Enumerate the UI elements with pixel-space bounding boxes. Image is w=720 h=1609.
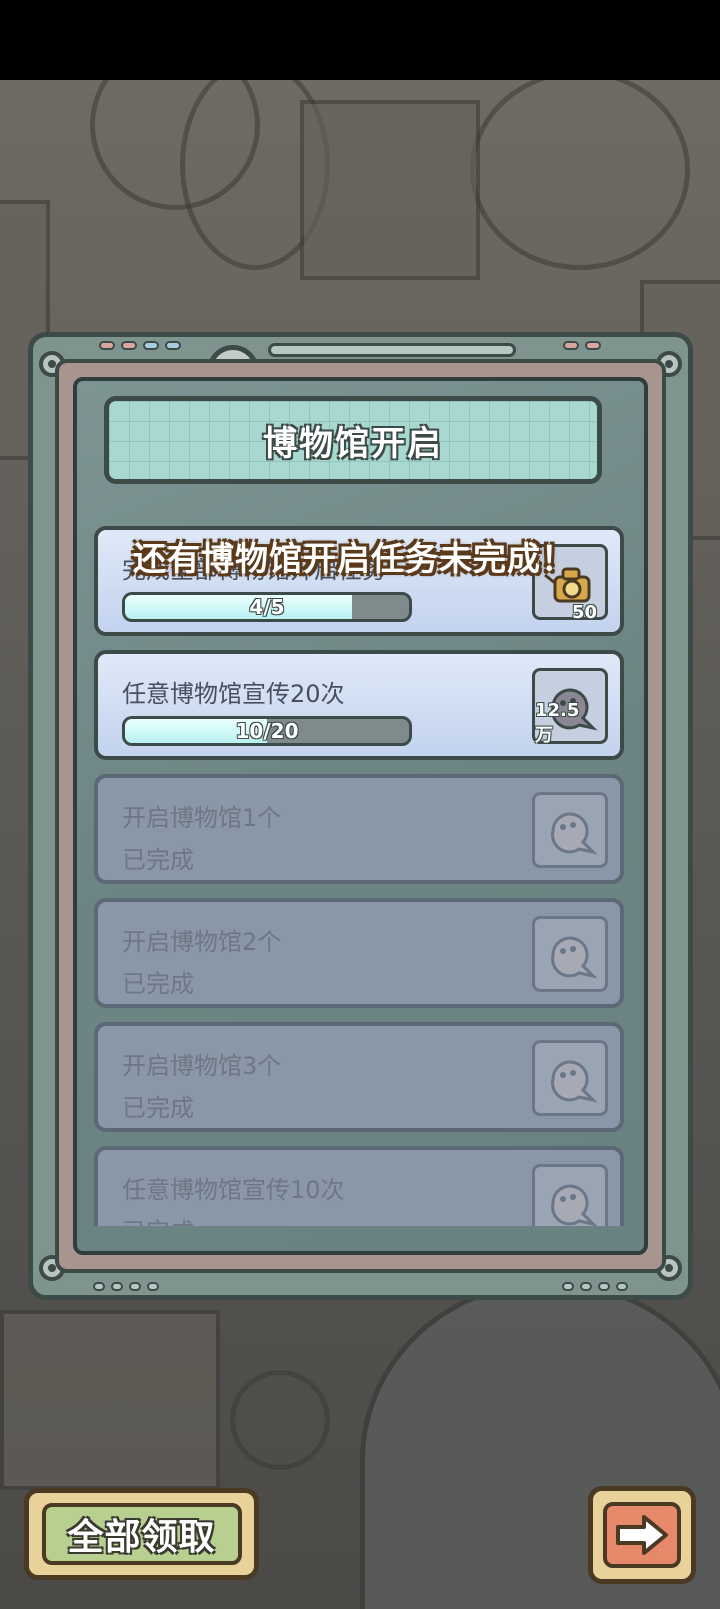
task-card: 任意博物馆宣传10次 已完成 [94, 1146, 624, 1226]
panel-slot [268, 343, 516, 357]
toast-message: 还有博物馆开启任务未完成！ [133, 539, 575, 578]
right-arrow-icon [616, 1515, 668, 1555]
reward-slot [532, 1164, 608, 1226]
claim-all-inner: 全部领取 [41, 1503, 242, 1565]
panel-title-plate: 博物馆开启 [104, 396, 602, 484]
task-status: 已完成 [122, 846, 194, 874]
reward-slot [532, 792, 608, 868]
task-name: 开启博物馆2个 [122, 928, 282, 956]
ghost-token-icon [551, 936, 598, 979]
task-card: 任意博物馆宣传20次 10/20 12.5万 [94, 650, 624, 760]
next-button-inner [603, 1502, 681, 1568]
task-card: 开启博物馆2个 已完成 [94, 898, 624, 1008]
progress-text: 4/5 [249, 595, 285, 619]
task-card: 开启博物馆1个 已完成 [94, 774, 624, 884]
task-name: 开启博物馆3个 [122, 1052, 282, 1080]
task-name: 任意博物馆宣传10次 [122, 1176, 345, 1204]
task-progress-bar: 4/5 [122, 592, 412, 622]
task-name: 开启博物馆1个 [122, 804, 282, 832]
task-status: 已完成 [122, 1094, 194, 1122]
task-status: 已完成 [122, 1212, 194, 1226]
ghost-token-icon [551, 812, 598, 855]
task-list[interactable]: 完成全部博物馆开启任务 4/5 50 任意博物馆宣传20次 10/20 12.5… [94, 526, 624, 1226]
panel-title: 博物馆开启 [263, 423, 443, 464]
status-bar [0, 0, 720, 80]
reward-button[interactable]: 12.5万 [532, 668, 608, 746]
reward-slot [532, 916, 608, 992]
claim-all-button[interactable]: 全部领取 [24, 1488, 259, 1580]
ghost-token-icon [551, 1184, 598, 1226]
claim-all-label: 全部领取 [67, 1517, 216, 1558]
reward-amount: 50 [571, 602, 597, 623]
ghost-token-icon [551, 1060, 598, 1103]
task-card: 开启博物馆3个 已完成 [94, 1022, 624, 1132]
task-progress-bar: 10/20 [122, 716, 412, 746]
reward-amount: 12.5万 [535, 700, 580, 746]
task-status: 已完成 [122, 970, 194, 998]
task-name: 任意博物馆宣传20次 [122, 680, 345, 708]
reward-slot [532, 1040, 608, 1116]
next-button[interactable] [588, 1486, 696, 1584]
progress-text: 10/20 [235, 719, 299, 743]
